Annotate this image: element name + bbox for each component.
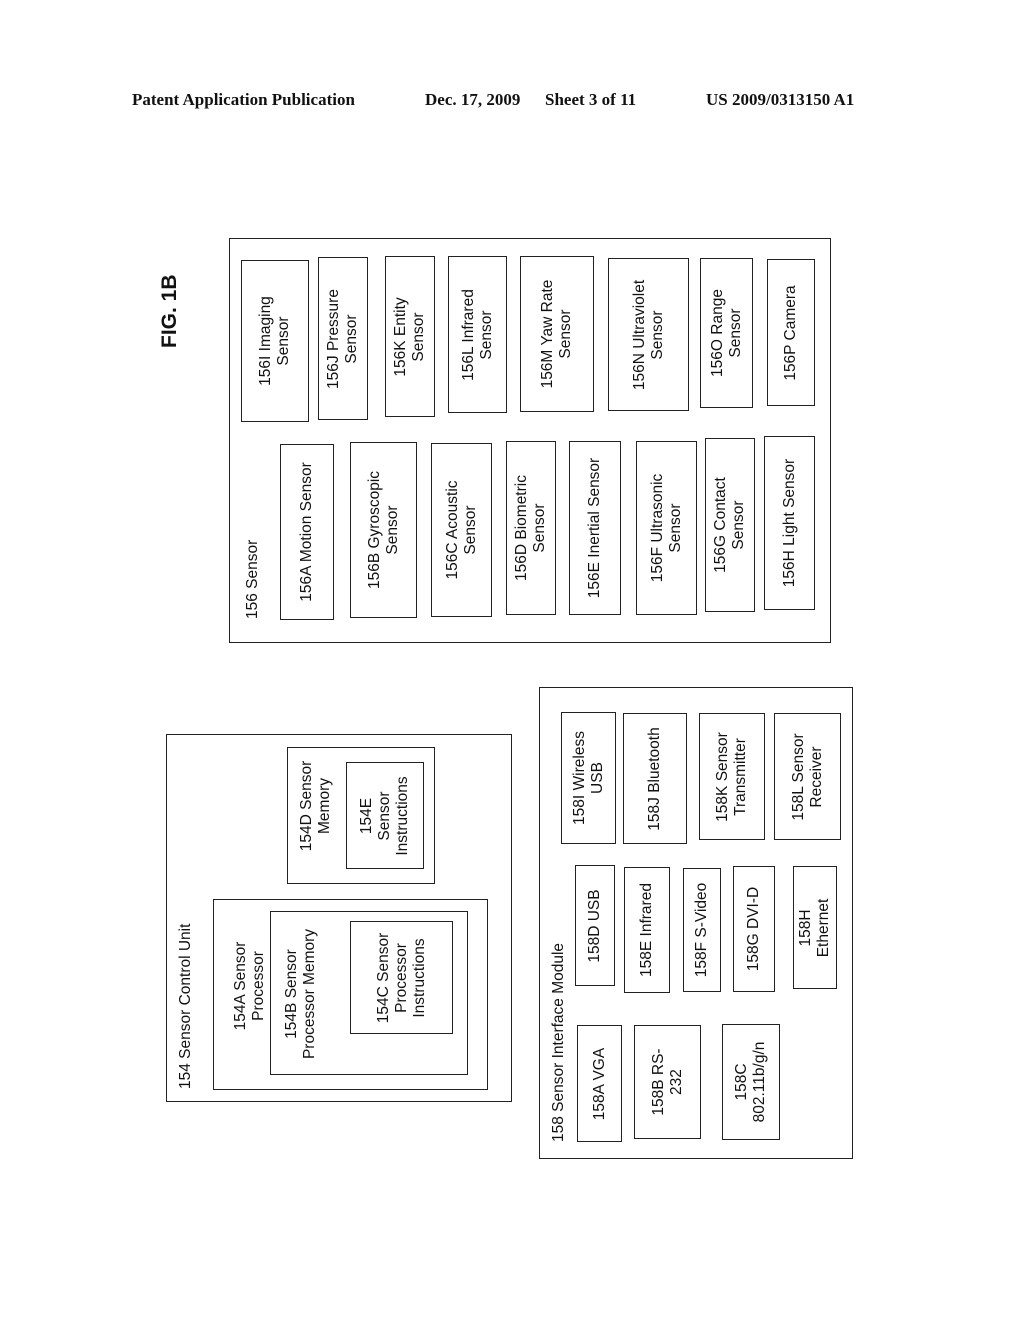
interface-158l: 158L Sensor Receiver [774,713,841,840]
figure-label: FIG. 1B [158,274,181,348]
interface-158e: 158E Infrared [624,867,670,993]
interface-158d: 158D USB [575,865,615,986]
publication-date: Dec. 17, 2009 [425,90,521,109]
interface-158f: 158F S-Video [683,868,721,992]
processor-instructions-154c: 154C Sensor Processor Instructions [350,921,453,1034]
control-unit-title: 154 Sensor Control Unit [177,923,194,1089]
interface-158b: 158B RS- 232 [634,1025,701,1139]
sensor-156m: 156M Yaw Rate Sensor [520,256,594,412]
sensor-156e: 156E Inertial Sensor [569,441,621,615]
publication-label: Patent Application Publication [132,90,355,109]
sheet-number: Sheet 3 of 11 [545,90,637,109]
sensor-156a: 156A Motion Sensor [280,444,334,620]
interface-158a: 158A VGA [577,1025,622,1142]
sensor-156i: 156I Imaging Sensor [241,260,309,422]
sensor-156p: 156P Camera [767,259,815,406]
sensor-156j: 156J Pressure Sensor [318,257,368,420]
sensor-156d: 156D Biometric Sensor [506,441,556,615]
sensor-156f: 156F Ultrasonic Sensor [636,441,697,615]
sensor-156c: 156C Acoustic Sensor [431,443,492,617]
interface-158g: 158G DVI-D [733,866,775,992]
sensor-156l: 156L Infrared Sensor [448,256,507,413]
interface-158i: 158I Wireless USB [561,712,616,844]
interface-158k: 158K Sensor Transmitter [699,713,765,840]
interface-158j: 158J Bluetooth [623,713,687,844]
sensor-156h: 156H Light Sensor [764,436,815,610]
patent-number: US 2009/0313150 A1 [706,90,855,109]
sensor-156g: 156G Contact Sensor [705,438,755,612]
interface-module-title: 158 Sensor Interface Module [550,942,567,1142]
interface-158c: 158C 802.11b/g/n [722,1024,780,1140]
sensor-block-title: 156 Sensor [244,539,261,619]
interface-158h: 158H Ethernet [793,866,837,989]
sensor-156k: 156K Entity Sensor [385,256,435,417]
sensor-156b: 156B Gyroscopic Sensor [350,442,417,618]
sensor-instructions-154e: 154E Sensor Instructions [346,762,424,869]
sensor-156o: 156O Range Sensor [700,258,753,408]
sensor-156n: 156N Ultraviolet Sensor [608,258,689,411]
